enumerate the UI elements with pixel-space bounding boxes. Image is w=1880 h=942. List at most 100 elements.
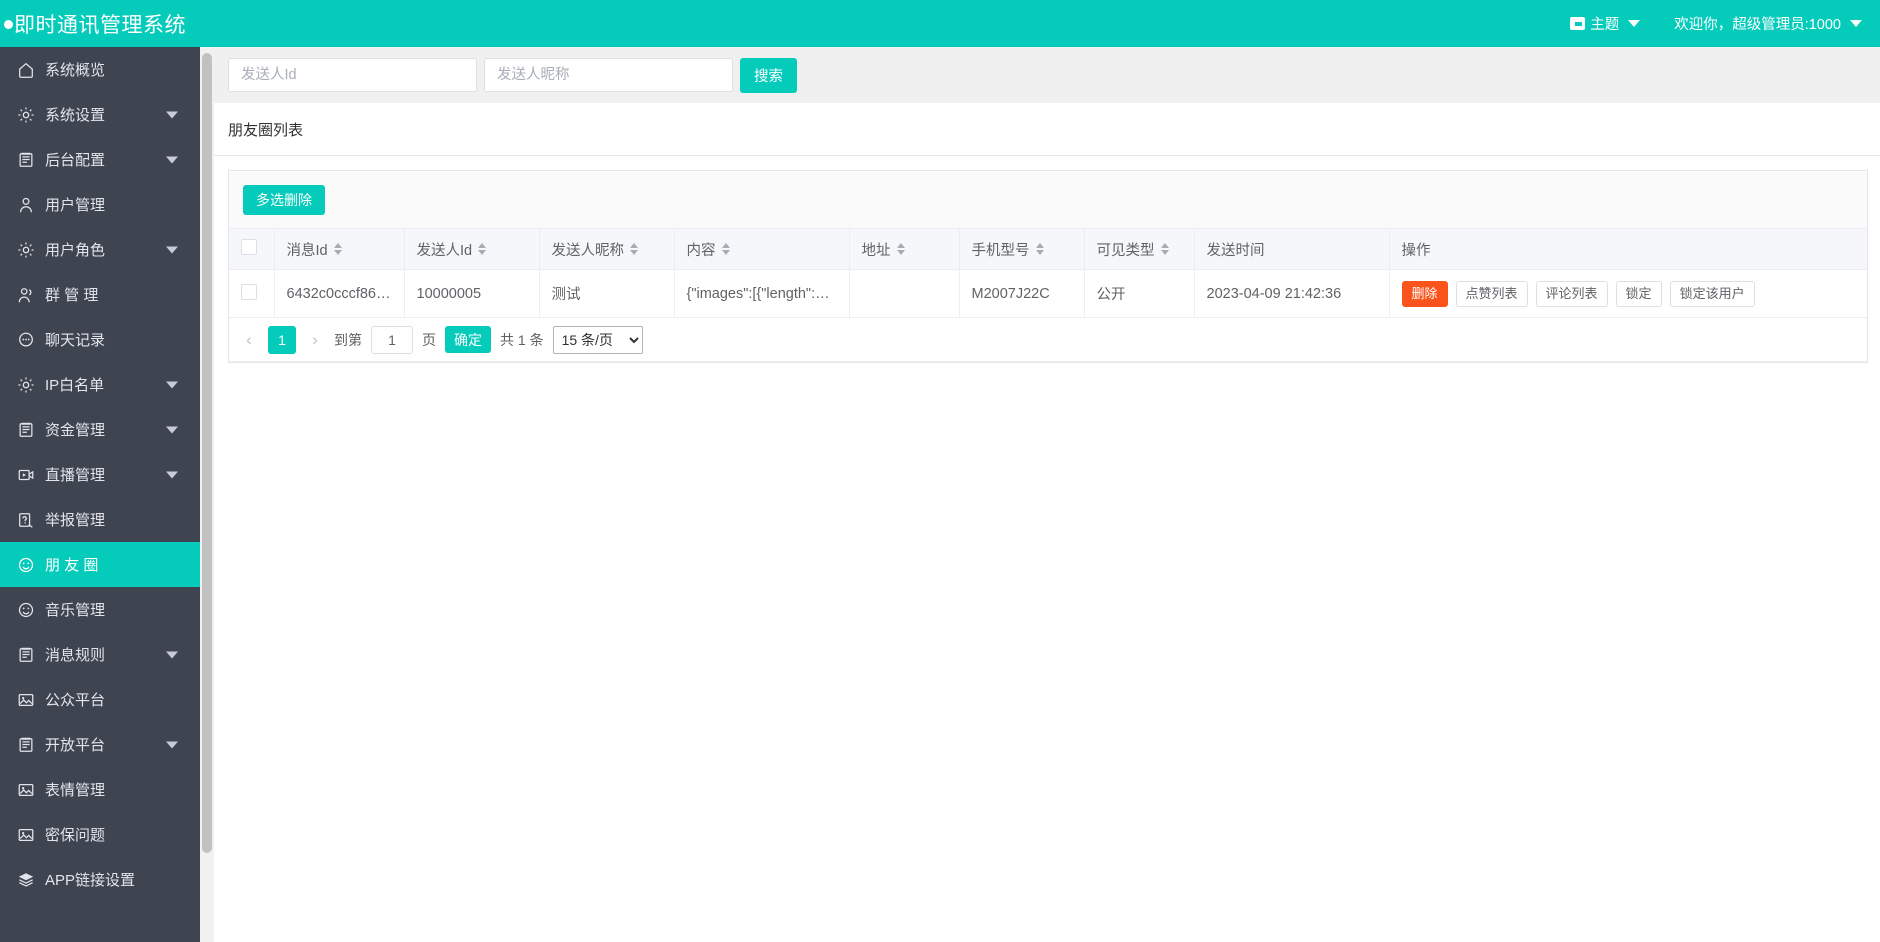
- row-action-button-3[interactable]: 锁定: [1615, 280, 1662, 307]
- row-action-button-1[interactable]: 点赞列表: [1455, 280, 1528, 307]
- table-header-label: 内容: [686, 242, 716, 259]
- gear-icon: [16, 105, 36, 125]
- friend-circle-table: 消息Id 发送人Id 发送人昵称 内容 地址 手机型号 可见类型 发送时间 操作 6432c0c…: [229, 228, 1867, 318]
- sidebar-item-2[interactable]: 后台配置: [0, 137, 200, 182]
- sort-toggle-icon[interactable]: [896, 243, 905, 255]
- sidebar-item-1[interactable]: 系统设置: [0, 92, 200, 137]
- goto-confirm-button[interactable]: 确定: [445, 326, 491, 353]
- app-title: 即时通讯管理系统: [14, 13, 186, 37]
- table-header-sender_id[interactable]: 发送人Id: [404, 228, 540, 270]
- sidebar-item-3[interactable]: 用户管理: [0, 182, 200, 227]
- page-size-select[interactable]: 15 条/页30 条/页50 条/页100 条/页: [552, 325, 643, 354]
- theme-menu[interactable]: 主题: [1570, 13, 1641, 34]
- header-right-actions: 主题 欢迎你，超级管理员:1000: [1536, 13, 1880, 34]
- sidebar-item-label: 系统概览: [45, 62, 106, 79]
- sidebar-item-17[interactable]: 密保问题: [0, 812, 200, 857]
- select-all-checkbox[interactable]: [241, 239, 257, 255]
- sidebar-item-label: 消息规则: [45, 647, 106, 664]
- cell-actions: 删除 点赞列表 评论列表 锁定 锁定该用户: [1389, 269, 1867, 318]
- table-header-label: 发送人Id: [416, 242, 473, 259]
- smile-icon: [16, 555, 36, 575]
- sidebar-scrollbar[interactable]: [200, 47, 214, 942]
- table-header-label: 手机型号: [971, 242, 1030, 259]
- cell-send_time: 2023-04-09 21:42:36: [1194, 269, 1390, 318]
- sidebar-item-label: 表情管理: [45, 782, 106, 799]
- row-action-button-2[interactable]: 评论列表: [1535, 280, 1608, 307]
- sidebar-item-7[interactable]: IP白名单: [0, 362, 200, 407]
- main-content: 搜索 朋友圈列表 多选删除: [214, 47, 1880, 942]
- search-sender-id-input[interactable]: [228, 58, 477, 92]
- sidebar-item-13[interactable]: 消息规则: [0, 632, 200, 677]
- table-header-send_time: 发送时间: [1194, 228, 1390, 270]
- chevron-down-icon: [166, 651, 178, 658]
- sidebar-item-label: 群 管 理: [45, 287, 99, 304]
- sidebar-item-label: 举报管理: [45, 512, 106, 529]
- table-header-label: 发送人昵称: [551, 242, 625, 259]
- sidebar-item-label: 密保问题: [45, 827, 106, 844]
- sidebar-item-14[interactable]: 公众平台: [0, 677, 200, 722]
- table-header-row: 消息Id 发送人Id 发送人昵称 内容 地址 手机型号 可见类型 发送时间 操作: [229, 228, 1867, 270]
- layers-icon: [16, 870, 36, 890]
- prev-page-button[interactable]: ‹: [239, 330, 259, 350]
- search-sender-nick-input[interactable]: [484, 58, 733, 92]
- table-header-address[interactable]: 地址: [849, 228, 960, 270]
- chevron-down-icon: [166, 156, 178, 163]
- table-header-label: 消息Id: [286, 242, 328, 259]
- sidebar-item-4[interactable]: 用户角色: [0, 227, 200, 272]
- table-header-sender_nick[interactable]: 发送人昵称: [539, 228, 675, 270]
- sidebar-item-12[interactable]: 音乐管理: [0, 587, 200, 632]
- multi-delete-button[interactable]: 多选删除: [243, 185, 325, 215]
- video-icon: [16, 465, 36, 485]
- sidebar-item-8[interactable]: 资金管理: [0, 407, 200, 452]
- home-icon: [16, 60, 36, 80]
- table-header-label: 可见类型: [1096, 242, 1155, 259]
- sidebar-item-label: 公众平台: [45, 692, 106, 709]
- image-icon: [16, 780, 36, 800]
- table-header-checkbox: [229, 228, 275, 270]
- cell-address: [849, 269, 960, 318]
- sort-toggle-icon[interactable]: [478, 243, 487, 255]
- goto-page-input[interactable]: [371, 325, 413, 354]
- dot-icon: [4, 20, 13, 29]
- sidebar-item-5[interactable]: 群 管 理: [0, 272, 200, 317]
- sidebar-item-0[interactable]: 系统概览: [0, 47, 200, 92]
- sidebar-item-label: 系统设置: [45, 107, 106, 124]
- table-header-visible_type[interactable]: 可见类型: [1084, 228, 1195, 270]
- sidebar-item-label: IP白名单: [45, 377, 105, 394]
- clipboard-icon: [16, 150, 36, 170]
- cell-sender_nick: 测试: [539, 269, 675, 318]
- user-menu[interactable]: 欢迎你，超级管理员:1000: [1674, 13, 1862, 34]
- sidebar-item-label: 后台配置: [45, 152, 106, 169]
- sidebar-item-11[interactable]: 朋 友 圈: [0, 542, 200, 587]
- row-action-button-0[interactable]: 删除: [1401, 280, 1448, 307]
- sort-toggle-icon[interactable]: [333, 243, 342, 255]
- sort-toggle-icon[interactable]: [1160, 243, 1169, 255]
- table-header-content[interactable]: 内容: [674, 228, 850, 270]
- next-page-button[interactable]: ›: [305, 330, 325, 350]
- gear-icon: [16, 375, 36, 395]
- table-header-msg_id[interactable]: 消息Id: [274, 228, 405, 270]
- sort-toggle-icon[interactable]: [721, 243, 730, 255]
- table-header-actions: 操作: [1389, 228, 1867, 270]
- sidebar-item-16[interactable]: 表情管理: [0, 767, 200, 812]
- sidebar-item-18[interactable]: APP链接设置: [0, 857, 200, 902]
- page-number-1[interactable]: 1: [268, 325, 296, 354]
- sidebar-item-10[interactable]: 举报管理: [0, 497, 200, 542]
- sort-toggle-icon[interactable]: [1035, 243, 1044, 255]
- search-button[interactable]: 搜索: [740, 57, 797, 93]
- table-row: 6432c0cccf861d... 10000005 测试 {"images":[{"…: [229, 269, 1867, 318]
- table-header-phone_model[interactable]: 手机型号: [959, 228, 1085, 270]
- image-icon: [16, 690, 36, 710]
- sidebar-item-6[interactable]: 聊天记录: [0, 317, 200, 362]
- monitor-icon: [1570, 17, 1586, 30]
- sidebar-item-15[interactable]: 开放平台: [0, 722, 200, 767]
- sidebar-scrollbar-thumb[interactable]: [202, 53, 212, 853]
- sort-toggle-icon[interactable]: [630, 243, 638, 255]
- search-toolbar: 搜索: [214, 47, 1880, 103]
- clipboard-icon: [16, 420, 36, 440]
- sidebar-item-9[interactable]: 直播管理: [0, 452, 200, 497]
- sidebar-item-label: 资金管理: [45, 422, 106, 439]
- top-header-bar: 即时通讯管理系统 主题 欢迎你，超级管理员:1000: [0, 0, 1880, 47]
- row-select-checkbox[interactable]: [241, 283, 257, 300]
- row-action-button-4[interactable]: 锁定该用户: [1669, 280, 1755, 307]
